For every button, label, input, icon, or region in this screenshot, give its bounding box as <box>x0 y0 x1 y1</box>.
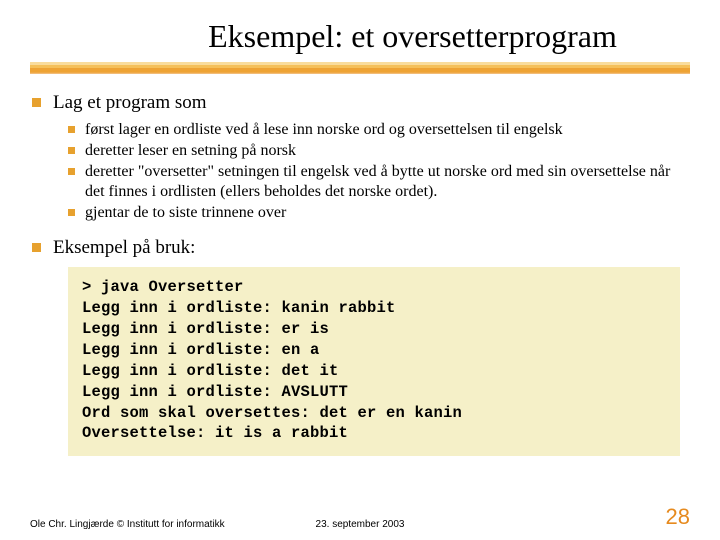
bullet-lvl1: Eksempel på bruk: <box>32 237 690 259</box>
footer-author: Ole Chr. Lingjærde © Institutt for infor… <box>30 519 225 530</box>
footer: Ole Chr. Lingjærde © Institutt for infor… <box>30 504 690 530</box>
bullet-text: deretter leser en setning på norsk <box>85 141 690 161</box>
bullet-icon <box>68 209 75 216</box>
bullet-lvl2: gjentar de to siste trinnene over <box>68 203 690 223</box>
slide-title: Eksempel: et oversetterprogram <box>0 18 720 55</box>
footer-date: 23. september 2003 <box>316 519 405 530</box>
bullet-icon <box>68 168 75 175</box>
bullet-icon <box>32 243 41 252</box>
bullet-icon <box>32 98 41 107</box>
bullet-lvl1: Lag et program som <box>32 92 690 114</box>
bullet-text: Lag et program som <box>53 92 690 114</box>
slide-body: Lag et program som først lager en ordlis… <box>32 92 690 456</box>
bullet-icon <box>68 147 75 154</box>
code-block: > java Oversetter Legg inn i ordliste: k… <box>68 267 680 456</box>
slide: Eksempel: et oversetterprogram Lag et pr… <box>0 0 720 540</box>
bullet-text: Eksempel på bruk: <box>53 237 690 259</box>
bullet-text: deretter "oversetter" setningen til enge… <box>85 162 690 202</box>
bullet-lvl2: deretter leser en setning på norsk <box>68 141 690 161</box>
bullet-icon <box>68 126 75 133</box>
bullet-text: gjentar de to siste trinnene over <box>85 203 690 223</box>
bullet-lvl2: først lager en ordliste ved å lese inn n… <box>68 120 690 140</box>
title-underline <box>30 62 690 76</box>
bullet-lvl2: deretter "oversetter" setningen til enge… <box>68 162 690 202</box>
bullet-text: først lager en ordliste ved å lese inn n… <box>85 120 690 140</box>
page-number: 28 <box>666 504 690 530</box>
